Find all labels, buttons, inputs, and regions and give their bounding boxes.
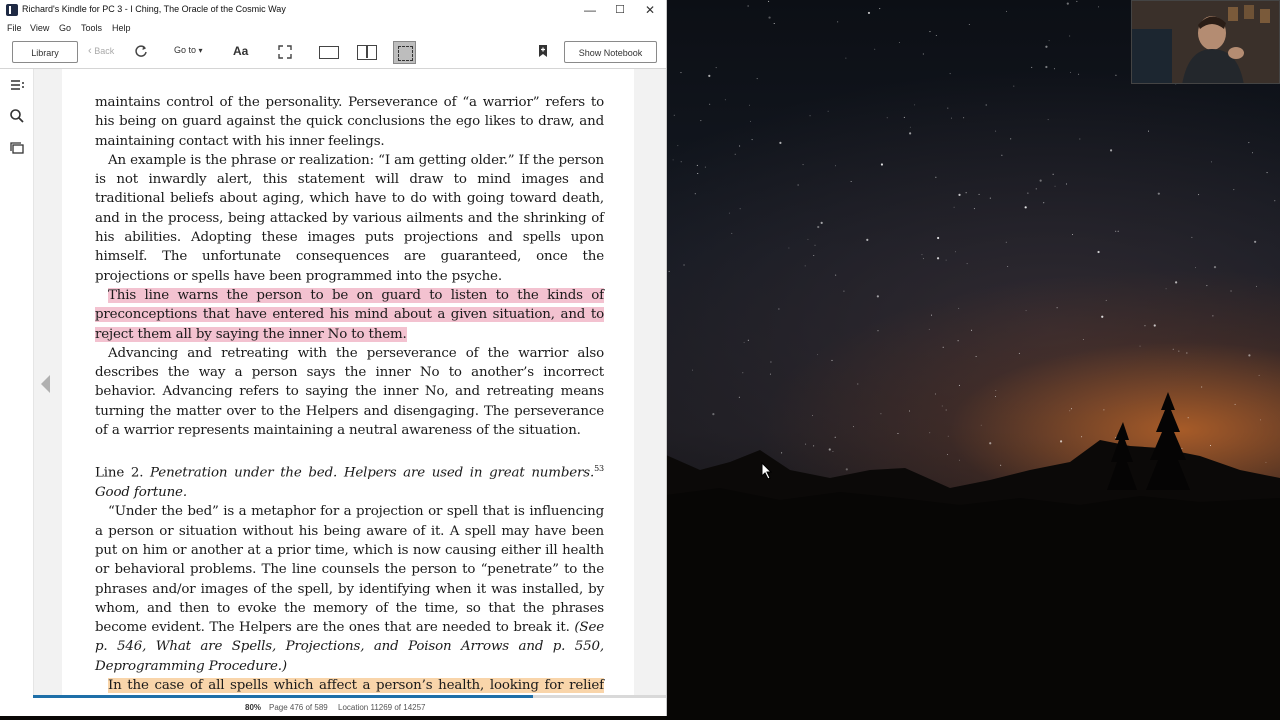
- book-text[interactable]: maintains control of the personality. Pe…: [95, 93, 604, 716]
- book-page: maintains control of the personality. Pe…: [62, 69, 634, 716]
- kindle-window: Richard's Kindle for PC 3 - I Ching, The…: [0, 0, 667, 716]
- menu-view[interactable]: View: [30, 23, 49, 33]
- refresh-icon[interactable]: [134, 44, 148, 58]
- single-column-icon[interactable]: [319, 46, 339, 59]
- toolbar: Library ‹ Back Go to ▾ Aa Show Notebook: [0, 36, 666, 69]
- fullscreen-icon[interactable]: [278, 45, 292, 59]
- title-bar: Richard's Kindle for PC 3 - I Ching, The…: [0, 0, 666, 22]
- webcam-overlay: [1131, 0, 1280, 84]
- window-title: Richard's Kindle for PC 3 - I Ching, The…: [22, 4, 286, 14]
- line-label: Line 2.: [95, 465, 144, 481]
- pink-highlight[interactable]: This line warns the person to be on guar…: [95, 287, 604, 342]
- paragraph-text: “Under the bed” is a metaphor for a proj…: [95, 504, 604, 636]
- line-heading: Line 2. Penetration under the bed. Helpe…: [95, 459, 604, 502]
- page-flip-view-icon[interactable]: [393, 41, 416, 64]
- highlighted-paragraph: This line warns the person to be on guar…: [95, 286, 604, 344]
- webcam-feed: [1132, 1, 1279, 83]
- toc-icon[interactable]: [9, 77, 25, 93]
- sidebar: [0, 69, 34, 695]
- paragraph: Advancing and retreating with the persev…: [95, 345, 604, 439]
- show-notebook-button[interactable]: Show Notebook: [564, 41, 657, 63]
- goto-label: Go to: [174, 45, 197, 55]
- menu-go[interactable]: Go: [59, 23, 71, 33]
- flashcards-icon[interactable]: [9, 140, 25, 156]
- menu-tools[interactable]: Tools: [81, 23, 102, 33]
- chevron-left-icon: ‹: [88, 45, 92, 57]
- font-settings-button[interactable]: Aa: [233, 44, 248, 58]
- reading-area: maintains control of the personality. Pe…: [34, 69, 666, 716]
- paragraph: An example is the phrase or realization:…: [95, 152, 604, 284]
- maximize-button[interactable]: ☐: [605, 0, 635, 22]
- kindle-app-icon: [6, 4, 18, 16]
- line-text: Penetration under the bed. Helpers are u…: [150, 465, 595, 481]
- menu-bar: File View Go Tools Help: [0, 22, 666, 36]
- location-indicator: Location 11269 of 14257: [338, 703, 426, 712]
- mouse-cursor: [761, 462, 773, 480]
- close-button[interactable]: ✕: [635, 0, 665, 22]
- goto-button[interactable]: Go to ▾: [174, 45, 203, 55]
- back-button[interactable]: ‹ Back: [88, 45, 114, 57]
- line-end: Good fortune.: [95, 485, 187, 501]
- paragraph: “Under the bed” is a metaphor for a proj…: [95, 502, 604, 676]
- menu-file[interactable]: File: [7, 23, 22, 33]
- page-indicator: Page 476 of 589: [269, 703, 328, 712]
- back-label: Back: [94, 46, 115, 56]
- paragraph: maintains control of the personality. Pe…: [95, 95, 604, 149]
- menu-help[interactable]: Help: [112, 23, 131, 33]
- footnote-marker[interactable]: 53: [594, 464, 604, 473]
- search-icon[interactable]: [9, 108, 25, 124]
- library-button[interactable]: Library: [12, 41, 78, 63]
- status-bar: 80% Page 476 of 589 Location 11269 of 14…: [0, 698, 666, 716]
- progress-percent: 80%: [245, 703, 262, 712]
- bookmark-icon[interactable]: [538, 44, 548, 58]
- prev-page-icon[interactable]: [38, 373, 52, 395]
- chevron-down-icon: ▾: [198, 46, 203, 55]
- two-column-icon[interactable]: [357, 45, 377, 60]
- minimize-button[interactable]: —: [575, 0, 605, 22]
